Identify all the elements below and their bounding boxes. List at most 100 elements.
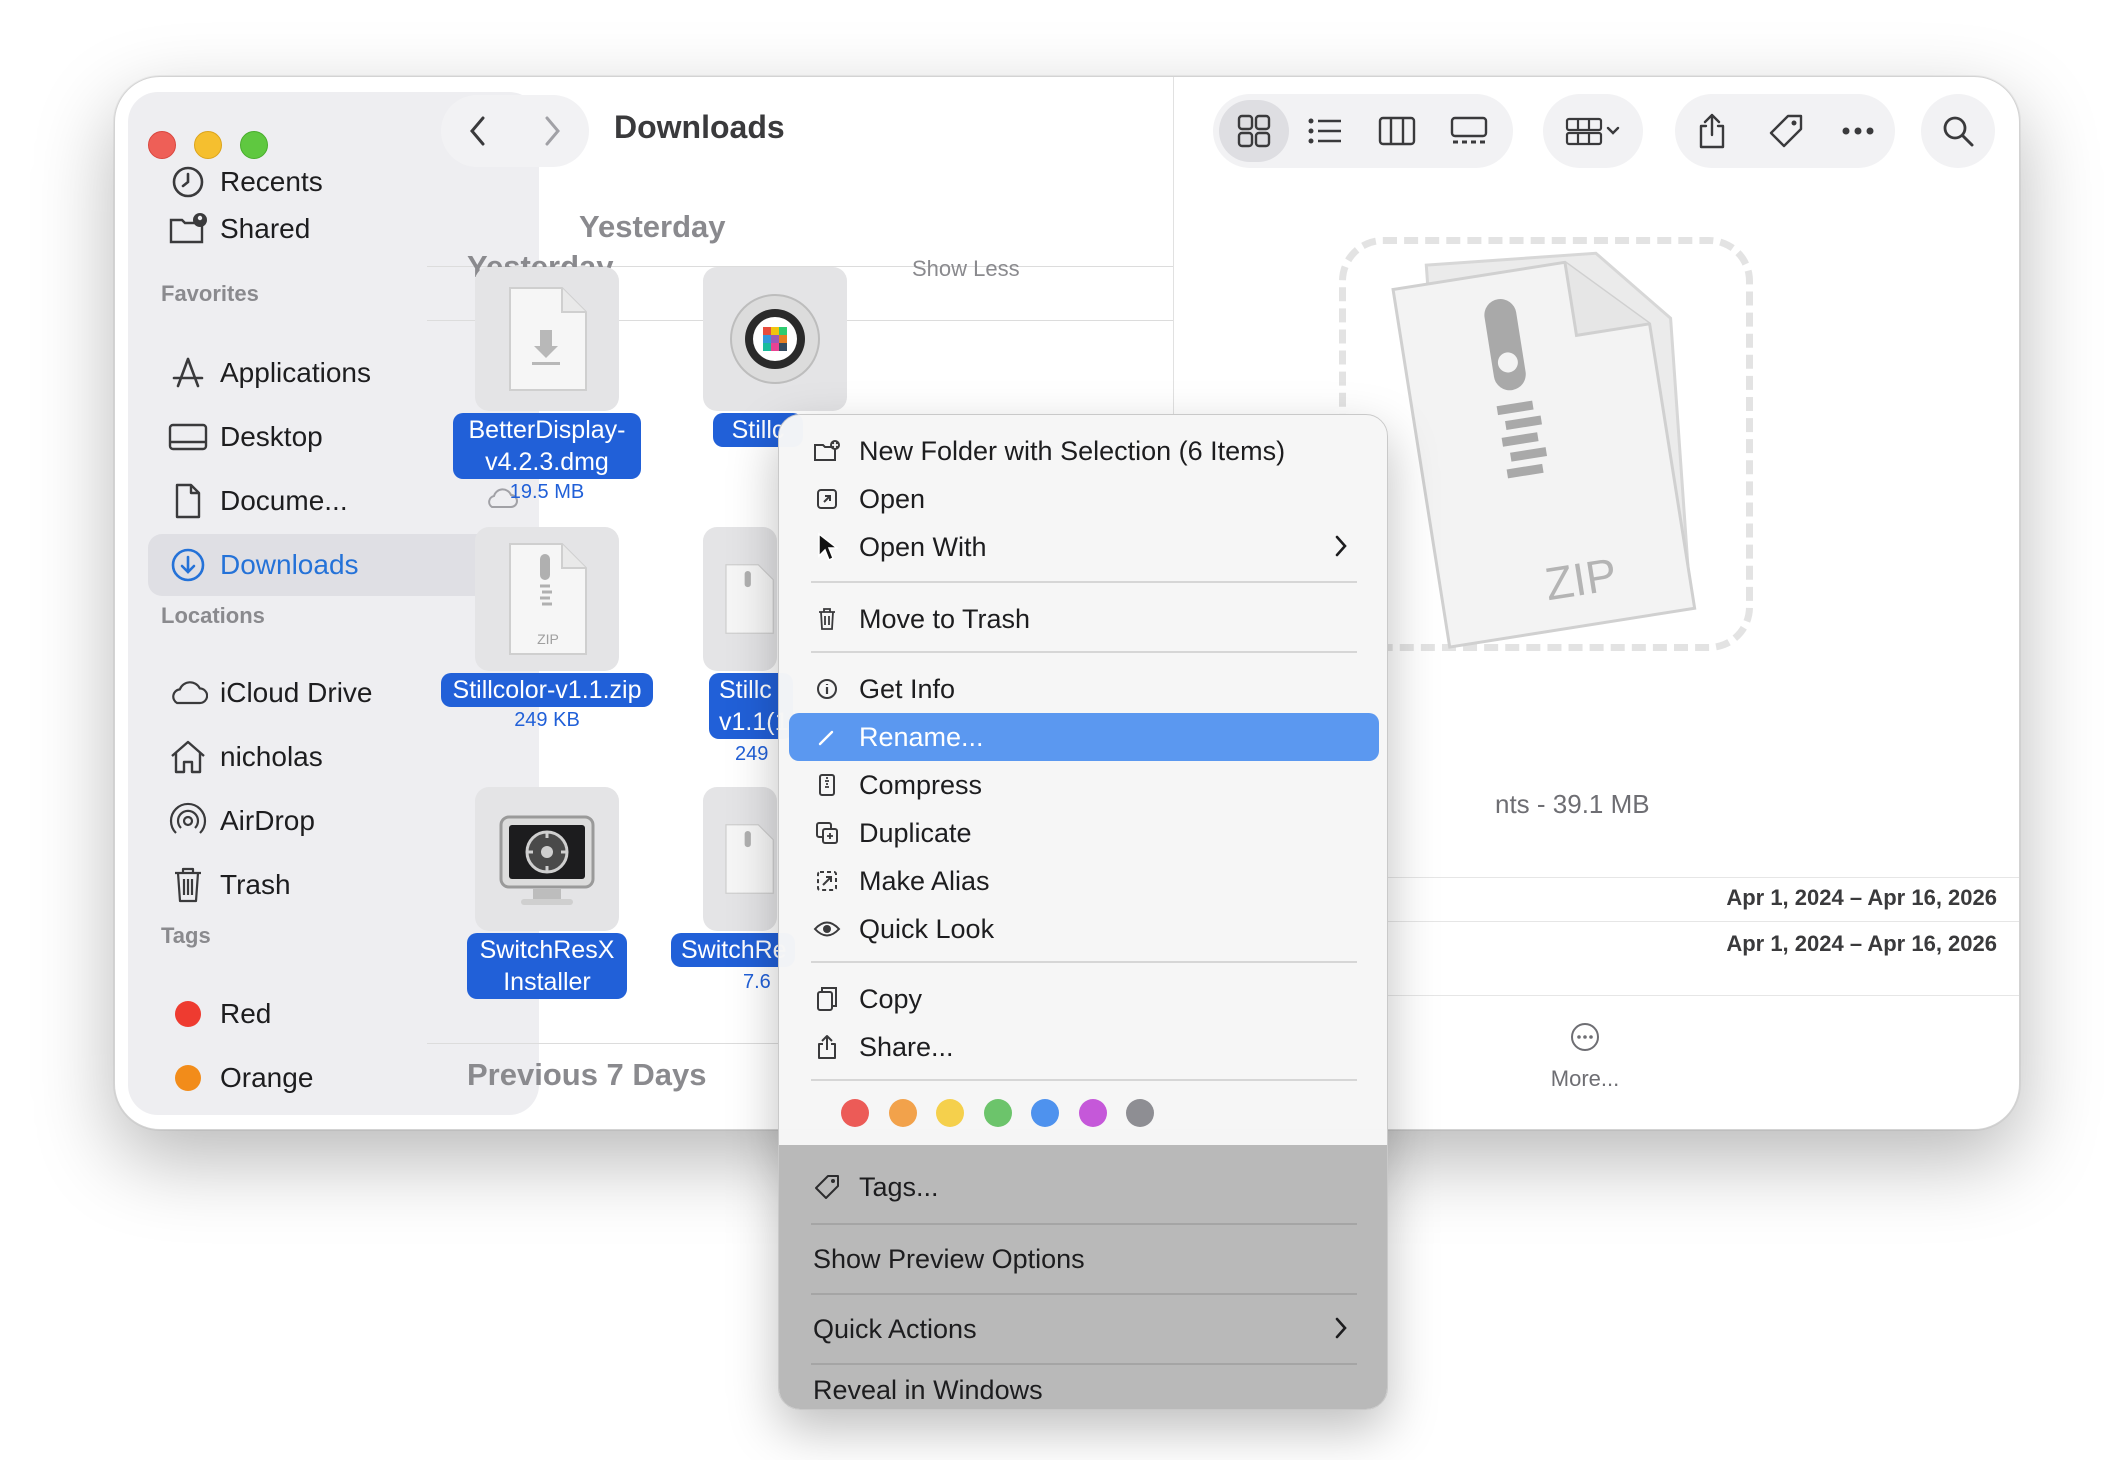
sidebar-item-label: iCloud Drive <box>220 677 373 708</box>
show-less-button[interactable]: Show Less <box>912 256 1020 282</box>
tag-button[interactable] <box>1749 94 1823 168</box>
menu-separator <box>811 1079 1357 1081</box>
locations-header: Locations <box>161 603 265 628</box>
tag-color-blue[interactable] <box>1031 1099 1059 1127</box>
menu-item-label: Rename... <box>859 721 984 752</box>
menu-item-label: Show Preview Options <box>813 1243 1085 1274</box>
menu-item-copy[interactable]: Copy <box>789 975 1379 1023</box>
navigation-buttons <box>441 95 589 167</box>
column-view-button[interactable] <box>1361 94 1433 168</box>
file-label: Stillcolor-v1.1.zip <box>441 673 653 707</box>
menu-item-new-folder-with-selection[interactable]: New Folder with Selection (6 Items) <box>789 427 1379 475</box>
file-item-stillcolor-zip-copy[interactable] <box>703 527 777 671</box>
menu-item-get-info[interactable]: Get Info <box>789 665 1379 713</box>
dmg-file-icon <box>509 287 587 391</box>
home-icon <box>168 737 208 777</box>
zip-file-icon <box>725 564 774 634</box>
share-icon <box>1699 113 1725 149</box>
menu-item-label: Copy <box>859 983 923 1014</box>
sidebar-item-label: Orange <box>220 1062 314 1093</box>
file-item-stillcolor-zip[interactable]: ZIP <box>475 527 619 671</box>
modified-date: Apr 1, 2024 – Apr 16, 2026 <box>1726 931 1997 956</box>
tag-color-green[interactable] <box>983 1099 1012 1127</box>
menu-item-share[interactable]: Share... <box>789 1023 1379 1071</box>
list-view-button[interactable] <box>1289 94 1361 168</box>
zip-preview-label: ZIP <box>1541 547 1621 611</box>
actions-group <box>1675 94 1895 168</box>
back-button[interactable] <box>441 95 515 167</box>
share-button[interactable] <box>1675 94 1749 168</box>
columns-icon <box>1378 116 1416 146</box>
chevron-right-icon <box>1333 533 1349 564</box>
search-button[interactable] <box>1921 94 1995 168</box>
tag-color-gray[interactable] <box>1126 1099 1154 1127</box>
menu-item-label: Reveal in Windows <box>813 1374 1043 1405</box>
menu-item-open[interactable]: Open <box>789 475 1379 523</box>
menu-item-make-alias[interactable]: Make Alias <box>789 857 1379 905</box>
menu-item-label: Open <box>859 483 926 514</box>
zip-file-icon <box>725 824 774 894</box>
menu-item-rename[interactable]: Rename... <box>789 713 1379 761</box>
grid-icon <box>1237 114 1271 148</box>
tag-color-purple[interactable] <box>1078 1099 1107 1127</box>
menu-item-move-to-trash[interactable]: Move to Trash <box>789 595 1379 643</box>
group-by-button[interactable] <box>1543 94 1643 168</box>
menu-item-label: Quick Look <box>859 913 995 944</box>
switchresx-installer-icon <box>499 815 595 905</box>
tag-color-orange[interactable] <box>888 1099 917 1127</box>
menu-item-quick-look[interactable]: Quick Look <box>789 905 1379 953</box>
pointer-cursor-icon <box>813 532 841 562</box>
file-label-line: BetterDisplay- <box>468 416 626 444</box>
tag-color-yellow[interactable] <box>936 1099 964 1127</box>
view-switcher <box>1213 94 1513 168</box>
new-folder-icon <box>813 437 841 465</box>
info-icon <box>813 675 841 703</box>
menu-item-tags[interactable]: Tags... <box>789 1163 1379 1211</box>
menu-item-quick-actions[interactable]: Quick Actions <box>789 1305 1379 1353</box>
file-item-betterdisplay[interactable] <box>475 267 619 411</box>
menu-item-label: Share... <box>859 1031 954 1062</box>
gallery-icon <box>1450 116 1488 144</box>
menu-item-label: Tags... <box>859 1171 939 1202</box>
file-size: 7.6 <box>743 971 771 993</box>
sidebar-item-label: nicholas <box>220 741 323 772</box>
sidebar-item-label: Desktop <box>220 421 323 452</box>
sidebar-item-label: Shared <box>220 213 311 244</box>
more-actions-tile[interactable]: More... <box>1525 1021 1645 1092</box>
menu-item-compress[interactable]: Compress <box>789 761 1379 809</box>
preview-kind-size: nts - 39.1 MB <box>1495 789 1650 819</box>
menu-item-duplicate[interactable]: Duplicate <box>789 809 1379 857</box>
zip-file-icon: ZIP <box>509 543 587 655</box>
menu-separator <box>811 1223 1357 1225</box>
gallery-view-button[interactable] <box>1433 94 1505 168</box>
sidebar-item-label: Downloads <box>220 549 359 580</box>
sidebar-item-label: Applications <box>220 357 371 388</box>
forward-button[interactable] <box>515 95 589 167</box>
file-size: 19.5 MB <box>509 481 585 503</box>
open-icon <box>813 485 841 513</box>
file-item-stillcolor-app[interactable] <box>703 267 847 411</box>
menu-item-label: Make Alias <box>859 865 990 896</box>
file-label-line: v1.1(1 <box>719 708 789 736</box>
menu-item-label: Compress <box>859 769 983 800</box>
sidebar-item-label: AirDrop <box>220 805 315 836</box>
menu-item-open-with[interactable]: Open With <box>789 523 1379 571</box>
window-title: Downloads <box>614 109 785 145</box>
chevron-left-icon <box>470 116 485 146</box>
file-label-line: v4.2.3.dmg <box>485 448 609 476</box>
sidebar-item-label: Recents <box>220 166 323 197</box>
stillcolor-app-icon <box>730 294 820 384</box>
file-label: BetterDisplay- v4.2.3.dmg <box>453 413 641 479</box>
list-icon <box>1308 118 1341 144</box>
file-item-switchresx-zip[interactable] <box>703 787 777 931</box>
menu-item-reveal-in-windows[interactable]: Reveal in Windows <box>789 1353 1379 1409</box>
more-actions-button[interactable] <box>1823 94 1893 168</box>
icon-view-button[interactable] <box>1219 100 1289 162</box>
menu-item-show-preview-options[interactable]: Show Preview Options <box>789 1235 1379 1283</box>
context-menu: New Folder with Selection (6 Items) Open… <box>778 414 1388 1410</box>
tag-color-red[interactable] <box>841 1099 869 1127</box>
file-item-switchresx-installer[interactable] <box>475 787 619 931</box>
tags-header: Tags <box>161 923 211 948</box>
more-circle-icon <box>1571 1023 1599 1051</box>
menu-item-label: Duplicate <box>859 817 972 848</box>
